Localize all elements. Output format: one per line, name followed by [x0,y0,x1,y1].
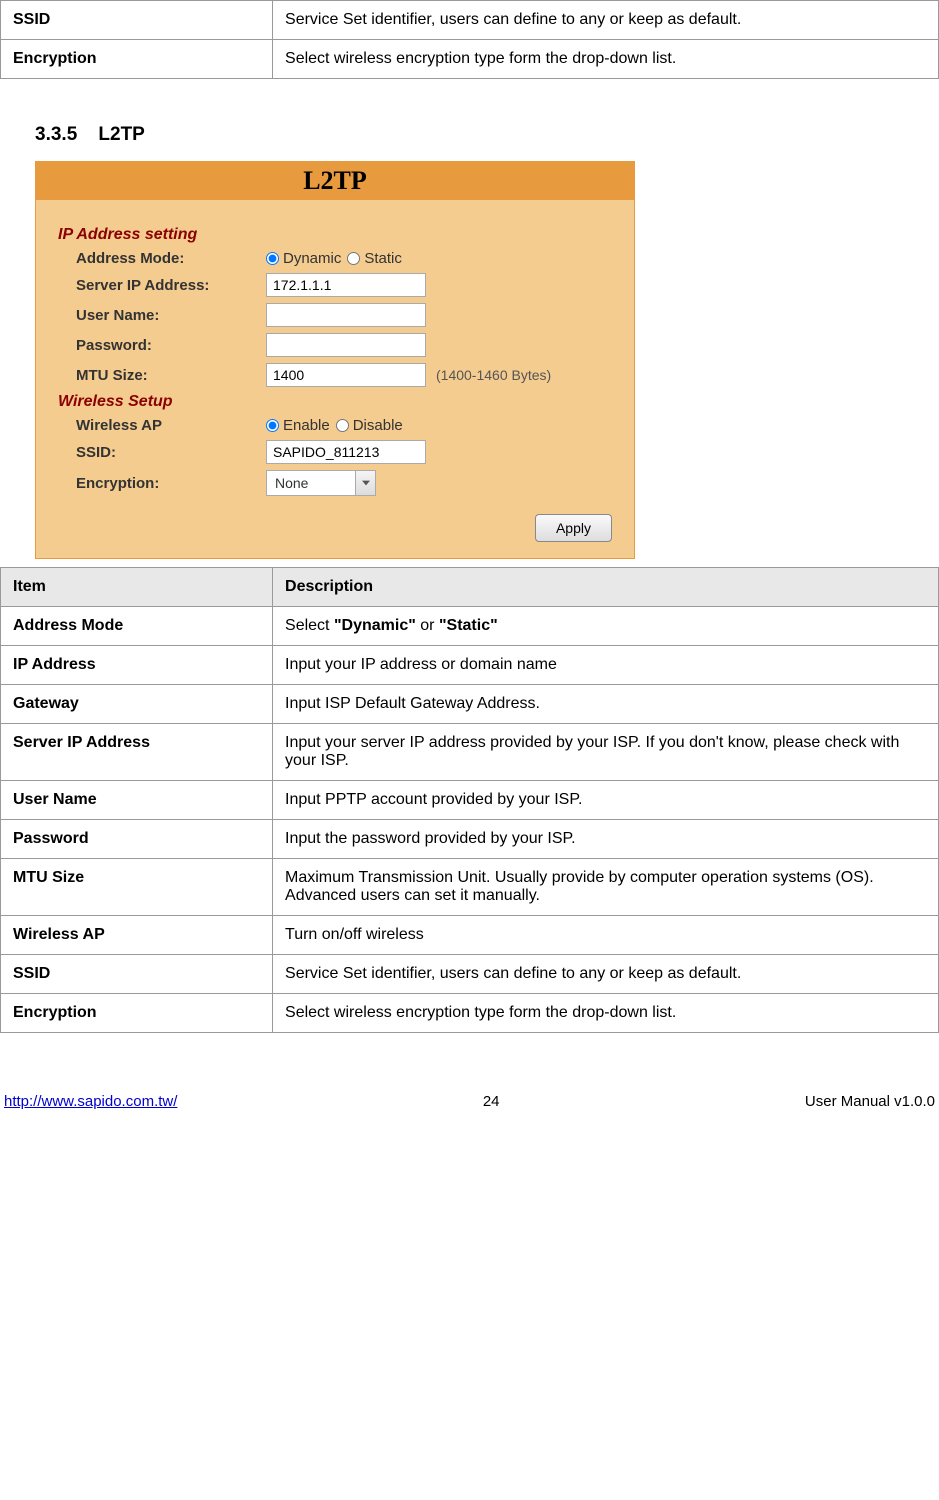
desc-cell: Input your IP address or domain name [273,646,939,685]
item-cell: Gateway [1,685,273,724]
desc-cell: Maximum Transmission Unit. Usually provi… [273,859,939,916]
item-cell: User Name [1,781,273,820]
password-input[interactable] [266,333,426,357]
disable-radio[interactable] [336,419,349,432]
desc-cell: Input ISP Default Gateway Address. [273,685,939,724]
disable-radio-label: Disable [353,417,403,434]
desc-cell: Service Set identifier, users can define… [273,955,939,994]
footer-version: User Manual v1.0.0 [805,1093,935,1110]
username-input[interactable] [266,303,426,327]
encryption-value: None [267,475,355,491]
password-row: Password: [76,333,612,357]
screenshot-title: L2TP [36,162,634,200]
address-mode-row: Address Mode: Dynamic Static [76,250,612,267]
address-mode-label: Address Mode: [76,250,266,267]
ssid-input[interactable] [266,440,426,464]
page-footer: http://www.sapido.com.tw/ 24 User Manual… [0,1093,939,1110]
desc-cell: Select wireless encryption type form the… [273,994,939,1033]
item-cell: Password [1,820,273,859]
table-header-row: Item Description [1,568,939,607]
wireless-ap-label: Wireless AP [76,417,266,434]
password-label: Password: [76,337,266,354]
table-row: Wireless APTurn on/off wireless [1,916,939,955]
mtu-row: MTU Size: (1400-1460 Bytes) [76,363,612,387]
item-cell: Address Mode [1,607,273,646]
server-ip-label: Server IP Address: [76,277,266,294]
item-cell: MTU Size [1,859,273,916]
table-row: IP AddressInput your IP address or domai… [1,646,939,685]
table-row: MTU SizeMaximum Transmission Unit. Usual… [1,859,939,916]
desc-cell: Select "Dynamic" or "Static" [273,607,939,646]
encryption-select[interactable]: None [266,470,376,496]
page-number: 24 [177,1093,805,1110]
dynamic-radio[interactable] [266,252,279,265]
item-cell: Encryption [1,994,273,1033]
table-row: SSID Service Set identifier, users can d… [1,1,939,40]
static-radio[interactable] [347,252,360,265]
wireless-section-label: Wireless Setup [58,393,612,411]
encryption-label: Encryption: [76,475,266,492]
server-ip-input[interactable] [266,273,426,297]
chevron-down-icon [355,471,375,495]
item-cell: SSID [1,1,273,40]
username-label: User Name: [76,307,266,324]
table-row: User NameInput PPTP account provided by … [1,781,939,820]
table-row: Encryption Select wireless encryption ty… [1,40,939,79]
table-row: PasswordInput the password provided by y… [1,820,939,859]
config-screenshot: L2TP IP Address setting Address Mode: Dy… [35,161,635,559]
table-row: SSIDService Set identifier, users can de… [1,955,939,994]
apply-button[interactable]: Apply [535,514,612,542]
ssid-row: SSID: [76,440,612,464]
dynamic-radio-label: Dynamic [283,250,341,267]
header-item: Item [1,568,273,607]
footer-url[interactable]: http://www.sapido.com.tw/ [4,1093,177,1110]
encryption-row: Encryption: None [76,470,612,496]
static-radio-label: Static [364,250,402,267]
desc-cell: Service Set identifier, users can define… [273,1,939,40]
table-row: GatewayInput ISP Default Gateway Address… [1,685,939,724]
enable-radio[interactable] [266,419,279,432]
item-cell: Server IP Address [1,724,273,781]
item-cell: Encryption [1,40,273,79]
mtu-input[interactable] [266,363,426,387]
section-number: 3.3.5 [35,124,77,145]
wireless-ap-row: Wireless AP Enable Disable [76,417,612,434]
section-title: L2TP [98,124,144,145]
desc-cell: Input the password provided by your ISP. [273,820,939,859]
server-ip-row: Server IP Address: [76,273,612,297]
desc-cell: Input PPTP account provided by your ISP. [273,781,939,820]
table-row: EncryptionSelect wireless encryption typ… [1,994,939,1033]
mtu-label: MTU Size: [76,367,266,384]
item-cell: SSID [1,955,273,994]
desc-cell: Select wireless encryption type form the… [273,40,939,79]
header-desc: Description [273,568,939,607]
desc-cell: Input your server IP address provided by… [273,724,939,781]
item-cell: Wireless AP [1,916,273,955]
item-cell: IP Address [1,646,273,685]
table-row: Server IP AddressInput your server IP ad… [1,724,939,781]
ip-section-label: IP Address setting [58,226,612,244]
description-table: Item Description Address Mode Select "Dy… [0,567,939,1033]
ssid-label: SSID: [76,444,266,461]
section-heading: 3.3.5 L2TP [35,124,939,146]
enable-radio-label: Enable [283,417,330,434]
top-partial-table: SSID Service Set identifier, users can d… [0,0,939,79]
username-row: User Name: [76,303,612,327]
desc-cell: Turn on/off wireless [273,916,939,955]
table-row: Address Mode Select "Dynamic" or "Static… [1,607,939,646]
mtu-hint: (1400-1460 Bytes) [436,367,551,383]
